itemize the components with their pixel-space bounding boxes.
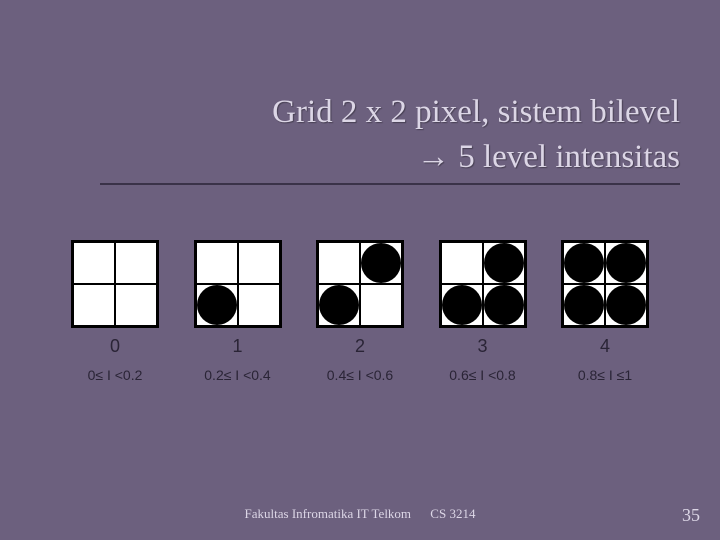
- cell-2-3: [360, 284, 402, 326]
- footer-course: CS 3214: [430, 506, 475, 521]
- level-num-3: 3: [477, 336, 487, 357]
- grid-2: [316, 240, 404, 328]
- level-range-0: 0≤ I <0.2: [88, 367, 143, 383]
- level-range-4: 0.8≤ I ≤1: [578, 367, 632, 383]
- cell-0-1: [115, 242, 157, 284]
- cell-4-2: [563, 284, 605, 326]
- cell-3-0: [441, 242, 483, 284]
- cell-1-1: [238, 242, 280, 284]
- levels-row: 0 0≤ I <0.2 1 0.2≤ I <0.4 2 0.4≤ I <0.6 3 0.6≤ …: [60, 240, 660, 383]
- slide-title: Grid 2 x 2 pixel, sistem bilevel → 5 lev…: [100, 92, 680, 185]
- level-4: 4 0.8≤ I ≤1: [550, 240, 660, 383]
- slide-footer: Fakultas Infromatika IT Telkom CS 3214: [0, 506, 720, 522]
- level-0: 0 0≤ I <0.2: [60, 240, 170, 383]
- cell-2-1: [360, 242, 402, 284]
- cell-1-0: [196, 242, 238, 284]
- level-range-2: 0.4≤ I <0.6: [327, 367, 393, 383]
- level-2: 2 0.4≤ I <0.6: [305, 240, 415, 383]
- grid-4: [561, 240, 649, 328]
- footer-faculty: Fakultas Infromatika IT Telkom: [245, 506, 412, 521]
- level-range-3: 0.6≤ I <0.8: [449, 367, 515, 383]
- cell-1-2: [196, 284, 238, 326]
- level-range-1: 0.2≤ I <0.4: [204, 367, 270, 383]
- cell-3-1: [483, 242, 525, 284]
- cell-0-3: [115, 284, 157, 326]
- cell-0-0: [73, 242, 115, 284]
- cell-4-1: [605, 242, 647, 284]
- cell-4-0: [563, 242, 605, 284]
- grid-3: [439, 240, 527, 328]
- level-num-0: 0: [110, 336, 120, 357]
- grid-1: [194, 240, 282, 328]
- title-line-2: → 5 level intensitas: [100, 137, 680, 182]
- level-num-1: 1: [232, 336, 242, 357]
- cell-3-3: [483, 284, 525, 326]
- grid-0: [71, 240, 159, 328]
- cell-2-0: [318, 242, 360, 284]
- title-line-1: Grid 2 x 2 pixel, sistem bilevel: [100, 92, 680, 137]
- level-3: 3 0.6≤ I <0.8: [428, 240, 538, 383]
- level-num-2: 2: [355, 336, 365, 357]
- cell-3-2: [441, 284, 483, 326]
- cell-2-2: [318, 284, 360, 326]
- level-1: 1 0.2≤ I <0.4: [183, 240, 293, 383]
- level-num-4: 4: [600, 336, 610, 357]
- cell-4-3: [605, 284, 647, 326]
- cell-1-3: [238, 284, 280, 326]
- cell-0-2: [73, 284, 115, 326]
- page-number: 35: [682, 505, 700, 526]
